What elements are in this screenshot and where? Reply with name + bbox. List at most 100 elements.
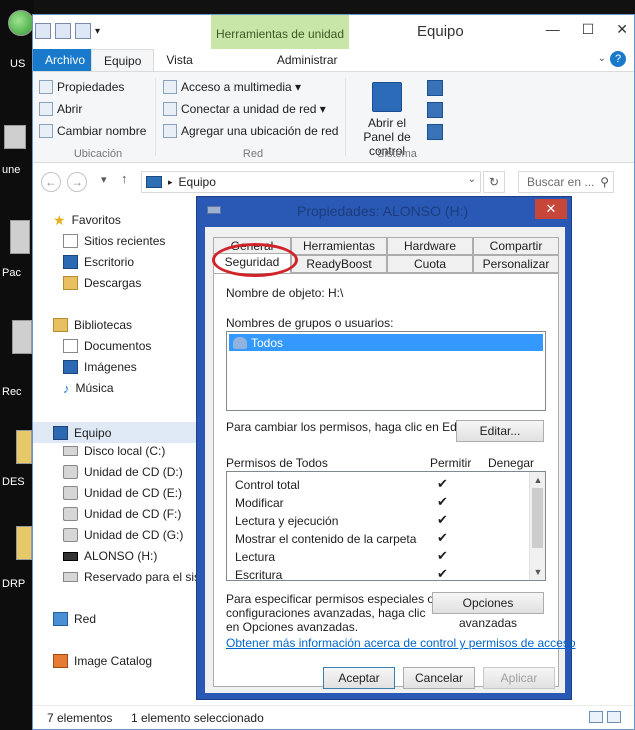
- nav-drive-g[interactable]: Unidad de CD (G:): [63, 528, 183, 542]
- group-item-todos[interactable]: Todos: [229, 334, 543, 351]
- help-icon[interactable]: ?: [610, 51, 626, 67]
- agregar-ubicacion-red-button[interactable]: Agregar una ubicación de red: [163, 120, 343, 142]
- edit-button[interactable]: Editar...: [456, 420, 544, 442]
- usb-drive-icon: [63, 551, 78, 561]
- conectar-unidad-red-label: Conectar a unidad de red ▾: [181, 102, 326, 116]
- address-bar[interactable]: ▸ Equipo ⌄: [141, 171, 481, 193]
- address-dropdown-icon[interactable]: ⌄: [468, 174, 476, 185]
- nav-red[interactable]: Red: [53, 612, 96, 626]
- search-input[interactable]: Buscar en ... ⚲: [518, 171, 614, 193]
- scroll-thumb[interactable]: [532, 488, 543, 548]
- desktop-strip: US une Pac Rec DES DRP: [0, 0, 34, 730]
- allow-check-icon: ✔: [437, 494, 448, 509]
- tab-hardware[interactable]: Hardware: [387, 237, 473, 255]
- desktop-label: Rec: [2, 386, 22, 398]
- nav-drive-f[interactable]: Unidad de CD (F:): [63, 507, 181, 521]
- group-red: Acceso a multimedia ▾ Conectar a unidad …: [163, 76, 343, 160]
- drive-icon: [207, 206, 221, 214]
- special-perms-text: en Opciones avanzadas.: [226, 620, 359, 634]
- more-info-link[interactable]: Obtener más información acerca de contro…: [226, 636, 576, 650]
- abrir-panel-control-button[interactable]: Abrir el Panel de control: [351, 82, 423, 158]
- cambiar-nombre-button[interactable]: Cambiar nombre: [39, 120, 157, 142]
- nav-musica[interactable]: ♪ Música: [63, 381, 114, 396]
- nav-drive-reserved[interactable]: Reservado para el sist: [63, 570, 203, 584]
- nav-label: Imágenes: [84, 360, 137, 374]
- up-button[interactable]: ↑: [121, 171, 128, 186]
- minimize-button[interactable]: —: [546, 21, 560, 38]
- scroll-down-icon[interactable]: ▼: [530, 564, 545, 580]
- nav-sitios-recientes[interactable]: Sitios recientes: [63, 234, 165, 248]
- desktop-folder-icon[interactable]: [16, 430, 32, 464]
- tab-equipo[interactable]: Equipo: [91, 49, 155, 71]
- properties-icon[interactable]: [55, 23, 71, 39]
- permissions-list[interactable]: Control total ✔ Modificar ✔ Lectura y ej…: [226, 471, 546, 581]
- details-view-icon[interactable]: [589, 711, 603, 723]
- nav-bibliotecas[interactable]: Bibliotecas: [53, 318, 132, 332]
- dialog-close-button[interactable]: ✕: [535, 199, 567, 219]
- tab-personalizar[interactable]: Personalizar: [473, 255, 559, 273]
- tab-archivo[interactable]: Archivo: [33, 49, 91, 71]
- group-label: Sistema: [377, 148, 417, 160]
- acceso-multimedia-label: Acceso a multimedia ▾: [181, 80, 302, 94]
- nav-drive-e[interactable]: Unidad de CD (E:): [63, 486, 182, 500]
- ribbon-collapse-icon[interactable]: ⌄: [598, 53, 606, 64]
- nav-documentos[interactable]: Documentos: [63, 339, 151, 353]
- desktop-recycle-icon[interactable]: [12, 320, 32, 354]
- desktop-folder-icon[interactable]: [16, 526, 32, 560]
- nav-image-catalog[interactable]: Image Catalog: [53, 654, 152, 668]
- nav-descargas[interactable]: Descargas: [63, 276, 141, 290]
- nav-drive-d[interactable]: Unidad de CD (D:): [63, 465, 183, 479]
- tab-cuota[interactable]: Cuota: [387, 255, 473, 273]
- nav-drive-h[interactable]: ALONSO (H:): [63, 549, 157, 563]
- tab-herramientas[interactable]: Herramientas: [291, 237, 387, 255]
- network-icon: [53, 612, 68, 626]
- tab-administrar[interactable]: Administrar: [265, 49, 350, 71]
- nav-label: Documentos: [84, 339, 152, 353]
- ribbon: Propiedades Abrir Cambiar nombre Ubicaci…: [33, 71, 634, 163]
- tab-compartir[interactable]: Compartir: [473, 237, 559, 255]
- qat-dropdown-icon[interactable]: ▾: [95, 26, 100, 37]
- groups-listbox[interactable]: Todos: [226, 331, 546, 411]
- back-button[interactable]: ←: [41, 172, 61, 192]
- system-properties-icon[interactable]: [427, 102, 443, 118]
- large-icons-view-icon[interactable]: [607, 711, 621, 723]
- conectar-unidad-red-button[interactable]: Conectar a unidad de red ▾: [163, 98, 343, 120]
- breadcrumb: Equipo: [178, 175, 216, 189]
- refresh-button[interactable]: ↻: [483, 171, 505, 193]
- computer-icon: [146, 176, 162, 188]
- manage-icon[interactable]: [427, 124, 443, 140]
- nav-imagenes[interactable]: Imágenes: [63, 360, 137, 374]
- nav-label: Image Catalog: [74, 654, 153, 668]
- nav-equipo[interactable]: Equipo: [33, 422, 203, 443]
- breadcrumb-chevron-icon: ▸: [168, 176, 173, 187]
- desktop-app-icon[interactable]: [4, 125, 26, 149]
- recent-locations-button[interactable]: ▾: [101, 173, 107, 186]
- maximize-button[interactable]: ☐: [582, 21, 595, 38]
- tab-vista[interactable]: Vista: [154, 49, 204, 71]
- desktop-app-icon[interactable]: [10, 220, 30, 254]
- perm-scrollbar[interactable]: ▲ ▼: [529, 472, 545, 580]
- cancel-button[interactable]: Cancelar: [403, 667, 475, 689]
- propiedades-button[interactable]: Propiedades: [39, 76, 157, 98]
- abrir-button[interactable]: Abrir: [39, 98, 157, 120]
- forward-button[interactable]: →: [67, 172, 87, 192]
- new-folder-icon[interactable]: [75, 23, 91, 39]
- apply-button: Aplicar: [483, 667, 555, 689]
- nav-favoritos[interactable]: ★ Favoritos: [53, 213, 121, 227]
- ribbon-divider: [345, 78, 346, 156]
- advanced-options-button[interactable]: Opciones avanzadas: [432, 592, 544, 630]
- allow-check-icon: ✔: [437, 530, 448, 545]
- nav-drive-c[interactable]: Disco local (C:): [63, 444, 165, 458]
- ok-button[interactable]: Aceptar: [323, 667, 395, 689]
- desktop-app-icon[interactable]: [8, 10, 34, 36]
- group-name: Todos: [251, 335, 284, 350]
- cambiar-nombre-label: Cambiar nombre: [57, 124, 147, 138]
- acceso-multimedia-button[interactable]: Acceso a multimedia ▾: [163, 76, 343, 98]
- close-button[interactable]: ✕: [616, 21, 628, 38]
- nav-label: Escritorio: [84, 255, 135, 269]
- nav-label: Unidad de CD (E:): [84, 486, 183, 500]
- tab-readyboost[interactable]: ReadyBoost: [291, 255, 387, 273]
- scroll-up-icon[interactable]: ▲: [530, 472, 545, 488]
- uninstall-icon[interactable]: [427, 80, 443, 96]
- nav-escritorio[interactable]: Escritorio: [63, 255, 134, 269]
